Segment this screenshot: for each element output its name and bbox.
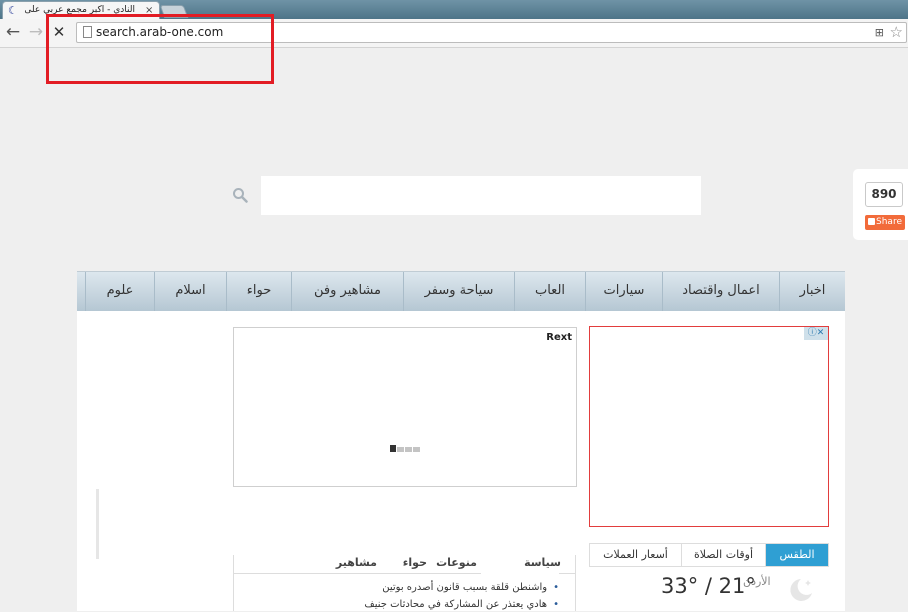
nav-item-celebrities[interactable]: مشاهير وفن — [291, 272, 403, 311]
site-favicon-icon: ☾ — [8, 4, 18, 17]
back-button[interactable]: ← — [4, 22, 22, 42]
share-button[interactable]: Share — [865, 215, 905, 230]
nav-item-cars[interactable]: سيارات — [585, 272, 662, 311]
tab-politics[interactable]: سياسة — [524, 555, 561, 571]
tab-women[interactable]: حواء — [403, 555, 427, 571]
nav-item-business[interactable]: اعمال واقتصاد — [662, 272, 779, 311]
ad-banner-left[interactable]: Rext — [233, 327, 577, 487]
ad-banner-right[interactable]: ⓘ✕ — [589, 326, 829, 527]
news-item[interactable]: هادي يعتذر عن المشاركة في محادثات جنيف — [239, 598, 559, 612]
forward-button[interactable]: → — [27, 22, 45, 42]
translate-icon[interactable]: ⊞ — [875, 25, 884, 40]
main-nav: اخبار اعمال واقتصاد سيارات العاب سياحة و… — [77, 271, 845, 311]
back-icon: ← — [5, 22, 21, 42]
nav-item-women[interactable]: حواء — [226, 272, 291, 311]
tab-celebrities[interactable]: مشاهير — [336, 555, 377, 571]
star-icon[interactable]: ☆ — [890, 23, 903, 41]
highlight-annotation-box — [46, 14, 274, 84]
tab-prayer-times[interactable]: أوقات الصلاة — [682, 544, 766, 566]
tab-misc[interactable]: منوعات — [436, 555, 477, 571]
news-item[interactable]: واشنطن قلقة بسبب قانون أصدره بوتين — [239, 581, 559, 595]
weather-city: الأردن — [743, 575, 771, 588]
nav-item-travel[interactable]: سياحة وسفر — [403, 272, 514, 311]
plus-icon — [868, 218, 875, 225]
active-tab-marker — [481, 572, 559, 574]
forward-icon: → — [28, 22, 44, 42]
share-count: 890 — [865, 182, 903, 207]
adchoices-icon[interactable]: ⓘ✕ — [804, 327, 828, 340]
weather-widget: أسعار العملات أوقات الصلاة الطقس 33° / 2… — [589, 543, 829, 611]
share-label: Share — [876, 217, 902, 227]
nav-item-science[interactable]: علوم — [85, 272, 154, 311]
weather-tabs: أسعار العملات أوقات الصلاة الطقس — [589, 543, 829, 567]
search-input[interactable] — [261, 176, 701, 215]
ad-label: Rext — [546, 332, 572, 343]
divider — [96, 489, 99, 559]
nav-item-games[interactable]: العاب — [514, 272, 585, 311]
nav-item-news[interactable]: اخبار — [779, 272, 845, 311]
loading-indicator — [390, 441, 421, 455]
moon-icon — [790, 579, 812, 601]
tab-currency[interactable]: أسعار العملات — [590, 544, 682, 566]
news-tabs: سياسة منوعات حواء مشاهير — [234, 555, 577, 573]
tab-weather[interactable]: الطقس — [766, 544, 828, 566]
share-widget: 890 Share — [853, 169, 908, 240]
search-icon[interactable] — [232, 187, 248, 203]
weather-temperature: 33° / 21° — [661, 574, 756, 598]
nav-item-islam[interactable]: اسلام — [154, 272, 226, 311]
news-box: سياسة منوعات حواء مشاهير واشنطن قلقة بسب… — [233, 555, 576, 611]
